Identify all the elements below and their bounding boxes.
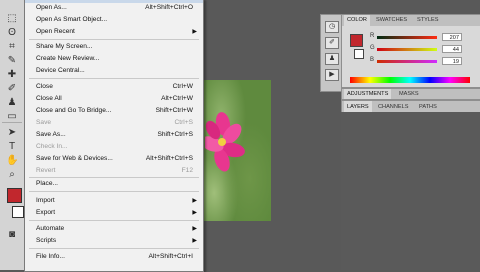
menu-separator [29, 191, 199, 192]
tab-adjustments[interactable]: ADJUSTMENTS [344, 89, 392, 99]
color-spectrum-bar[interactable] [350, 77, 470, 83]
brushes-panel-icon[interactable]: ✐ [325, 37, 339, 49]
actions-panel-icon[interactable]: ▶ [325, 69, 339, 81]
color-panel-tabs: COLOR SWATCHES STYLES [342, 15, 480, 26]
b-value-field[interactable]: 19 [442, 57, 462, 65]
adjustments-panel: ADJUSTMENTS MASKS [341, 88, 480, 100]
menu-item-share-my-screen[interactable]: Share My Screen... [25, 41, 203, 53]
submenu-arrow-icon: ▶ [192, 226, 197, 232]
g-slider[interactable] [377, 48, 437, 51]
eraser-tool-icon[interactable]: ▭ [6, 112, 18, 122]
r-label: R [370, 33, 375, 39]
tools-divider [2, 122, 22, 123]
g-value-field[interactable]: 44 [442, 45, 462, 53]
menu-item-open-recent[interactable]: Open Recent ▶ [25, 26, 203, 38]
menu-item-save-for-web[interactable]: Save for Web & Devices... Alt+Shift+Ctrl+… [25, 153, 203, 165]
type-tool-icon[interactable]: T [6, 142, 18, 152]
submenu-arrow-icon: ▶ [192, 238, 197, 244]
clone-source-panel-icon[interactable]: ♟ [325, 53, 339, 65]
stamp-tool-icon[interactable]: ♟ [6, 98, 18, 108]
path-selection-tool-icon[interactable]: ➤ [6, 128, 18, 138]
eyedropper-tool-icon[interactable]: ✎ [6, 56, 18, 66]
g-label: G [370, 45, 375, 51]
lasso-tool-icon[interactable]: ʘ [6, 28, 18, 38]
tab-swatches[interactable]: SWATCHES [373, 15, 410, 26]
panel-background-swatch[interactable] [354, 49, 364, 59]
layers-panel-body [341, 112, 480, 270]
menu-item-scripts[interactable]: Scripts ▶ [25, 235, 203, 247]
b-slider[interactable] [377, 60, 437, 63]
menu-separator [29, 220, 199, 221]
marquee-tool-icon[interactable]: ⬚ [6, 14, 18, 24]
background-color-swatch[interactable] [12, 206, 24, 218]
healing-tool-icon[interactable]: ✚ [6, 70, 18, 80]
menu-item-check-in: Check In... [36, 143, 68, 150]
menu-item-device-central[interactable]: Device Central... [25, 65, 203, 77]
r-value-field[interactable]: 207 [442, 33, 462, 41]
menu-item-open-as[interactable]: Open As... Alt+Shift+Ctrl+O [25, 2, 203, 14]
brush-tool-icon[interactable]: ✐ [6, 84, 18, 94]
history-panel-icon[interactable]: ◷ [325, 21, 339, 33]
quick-mask-icon[interactable]: ◙ [6, 230, 18, 240]
crop-tool-icon[interactable]: ⌗ [6, 42, 18, 52]
r-slider[interactable] [377, 36, 437, 39]
zoom-tool-icon[interactable]: ⌕ [6, 170, 18, 180]
tab-color[interactable]: COLOR [344, 15, 370, 26]
hand-tool-icon[interactable]: ✋ [6, 156, 18, 166]
menu-separator [29, 248, 199, 249]
submenu-arrow-icon: ▶ [192, 198, 197, 204]
b-label: B [370, 57, 375, 63]
submenu-arrow-icon: ▶ [192, 210, 197, 216]
menu-item-close[interactable]: Close Ctrl+W [25, 81, 203, 93]
file-menu: Open As... Alt+Shift+Ctrl+O Open As Smart… [24, 0, 204, 272]
menu-item-place[interactable]: Place... [25, 178, 203, 190]
menu-item-import[interactable]: Import ▶ [25, 195, 203, 207]
tab-masks[interactable]: MASKS [396, 89, 422, 99]
menu-item-close-all[interactable]: Close All Alt+Ctrl+W [25, 93, 203, 105]
menu-separator [29, 39, 199, 40]
menu-separator [29, 78, 199, 79]
menu-item-close-and-go-to-bridge[interactable]: Close and Go To Bridge... Shift+Ctrl+W [25, 105, 203, 117]
tools-panel: ⬚ ʘ ⌗ ✎ ✚ ✐ ♟ ▭ ➤ T ✋ ⌕ ◙ [0, 0, 25, 270]
menu-item-save: Save Ctrl+S [36, 119, 193, 126]
panel-icon-strip: ◷ ✐ ♟ ▶ [320, 14, 342, 92]
panel-foreground-swatch[interactable] [350, 34, 363, 47]
foreground-color-swatch[interactable] [7, 188, 22, 203]
menu-item-open-as-smart-object[interactable]: Open As Smart Object... [25, 14, 203, 26]
menu-item-file-info[interactable]: File Info... Alt+Shift+Ctrl+I [25, 251, 203, 263]
menu-item-create-new-review[interactable]: Create New Review... [25, 53, 203, 65]
menu-item-export[interactable]: Export ▶ [25, 207, 203, 219]
flower-image [205, 112, 245, 172]
menu-item-revert: Revert F12 [36, 167, 193, 174]
menu-item-save-as[interactable]: Save As... Shift+Ctrl+S [25, 129, 203, 141]
tab-styles[interactable]: STYLES [414, 15, 441, 26]
color-panel: COLOR SWATCHES STYLES R 207 G 44 B 19 [341, 14, 480, 88]
menu-item-automate[interactable]: Automate ▶ [25, 223, 203, 235]
submenu-arrow-icon: ▶ [192, 29, 197, 35]
